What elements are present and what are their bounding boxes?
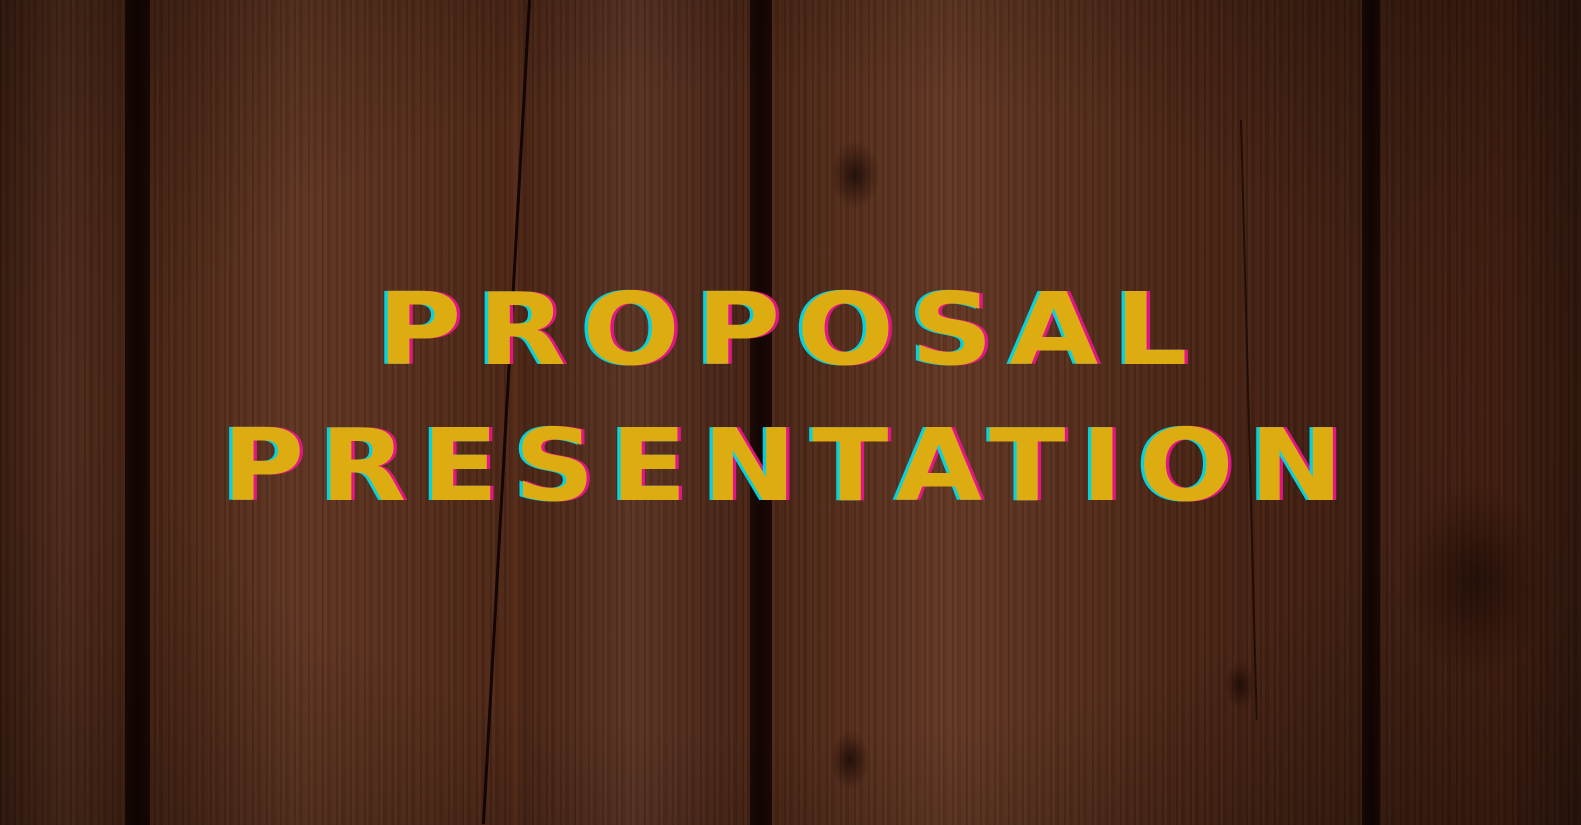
title-line-presentation: PRESENTATION	[222, 407, 1359, 524]
wood-knot	[830, 730, 870, 790]
title-line-proposal: PROPOSAL	[377, 271, 1204, 388]
wood-knot	[830, 140, 880, 210]
slide-canvas: PROPOSAL PRESENTATION	[0, 0, 1581, 825]
wood-knot	[1225, 660, 1255, 710]
slide-title: PROPOSAL PRESENTATION	[0, 262, 1581, 534]
